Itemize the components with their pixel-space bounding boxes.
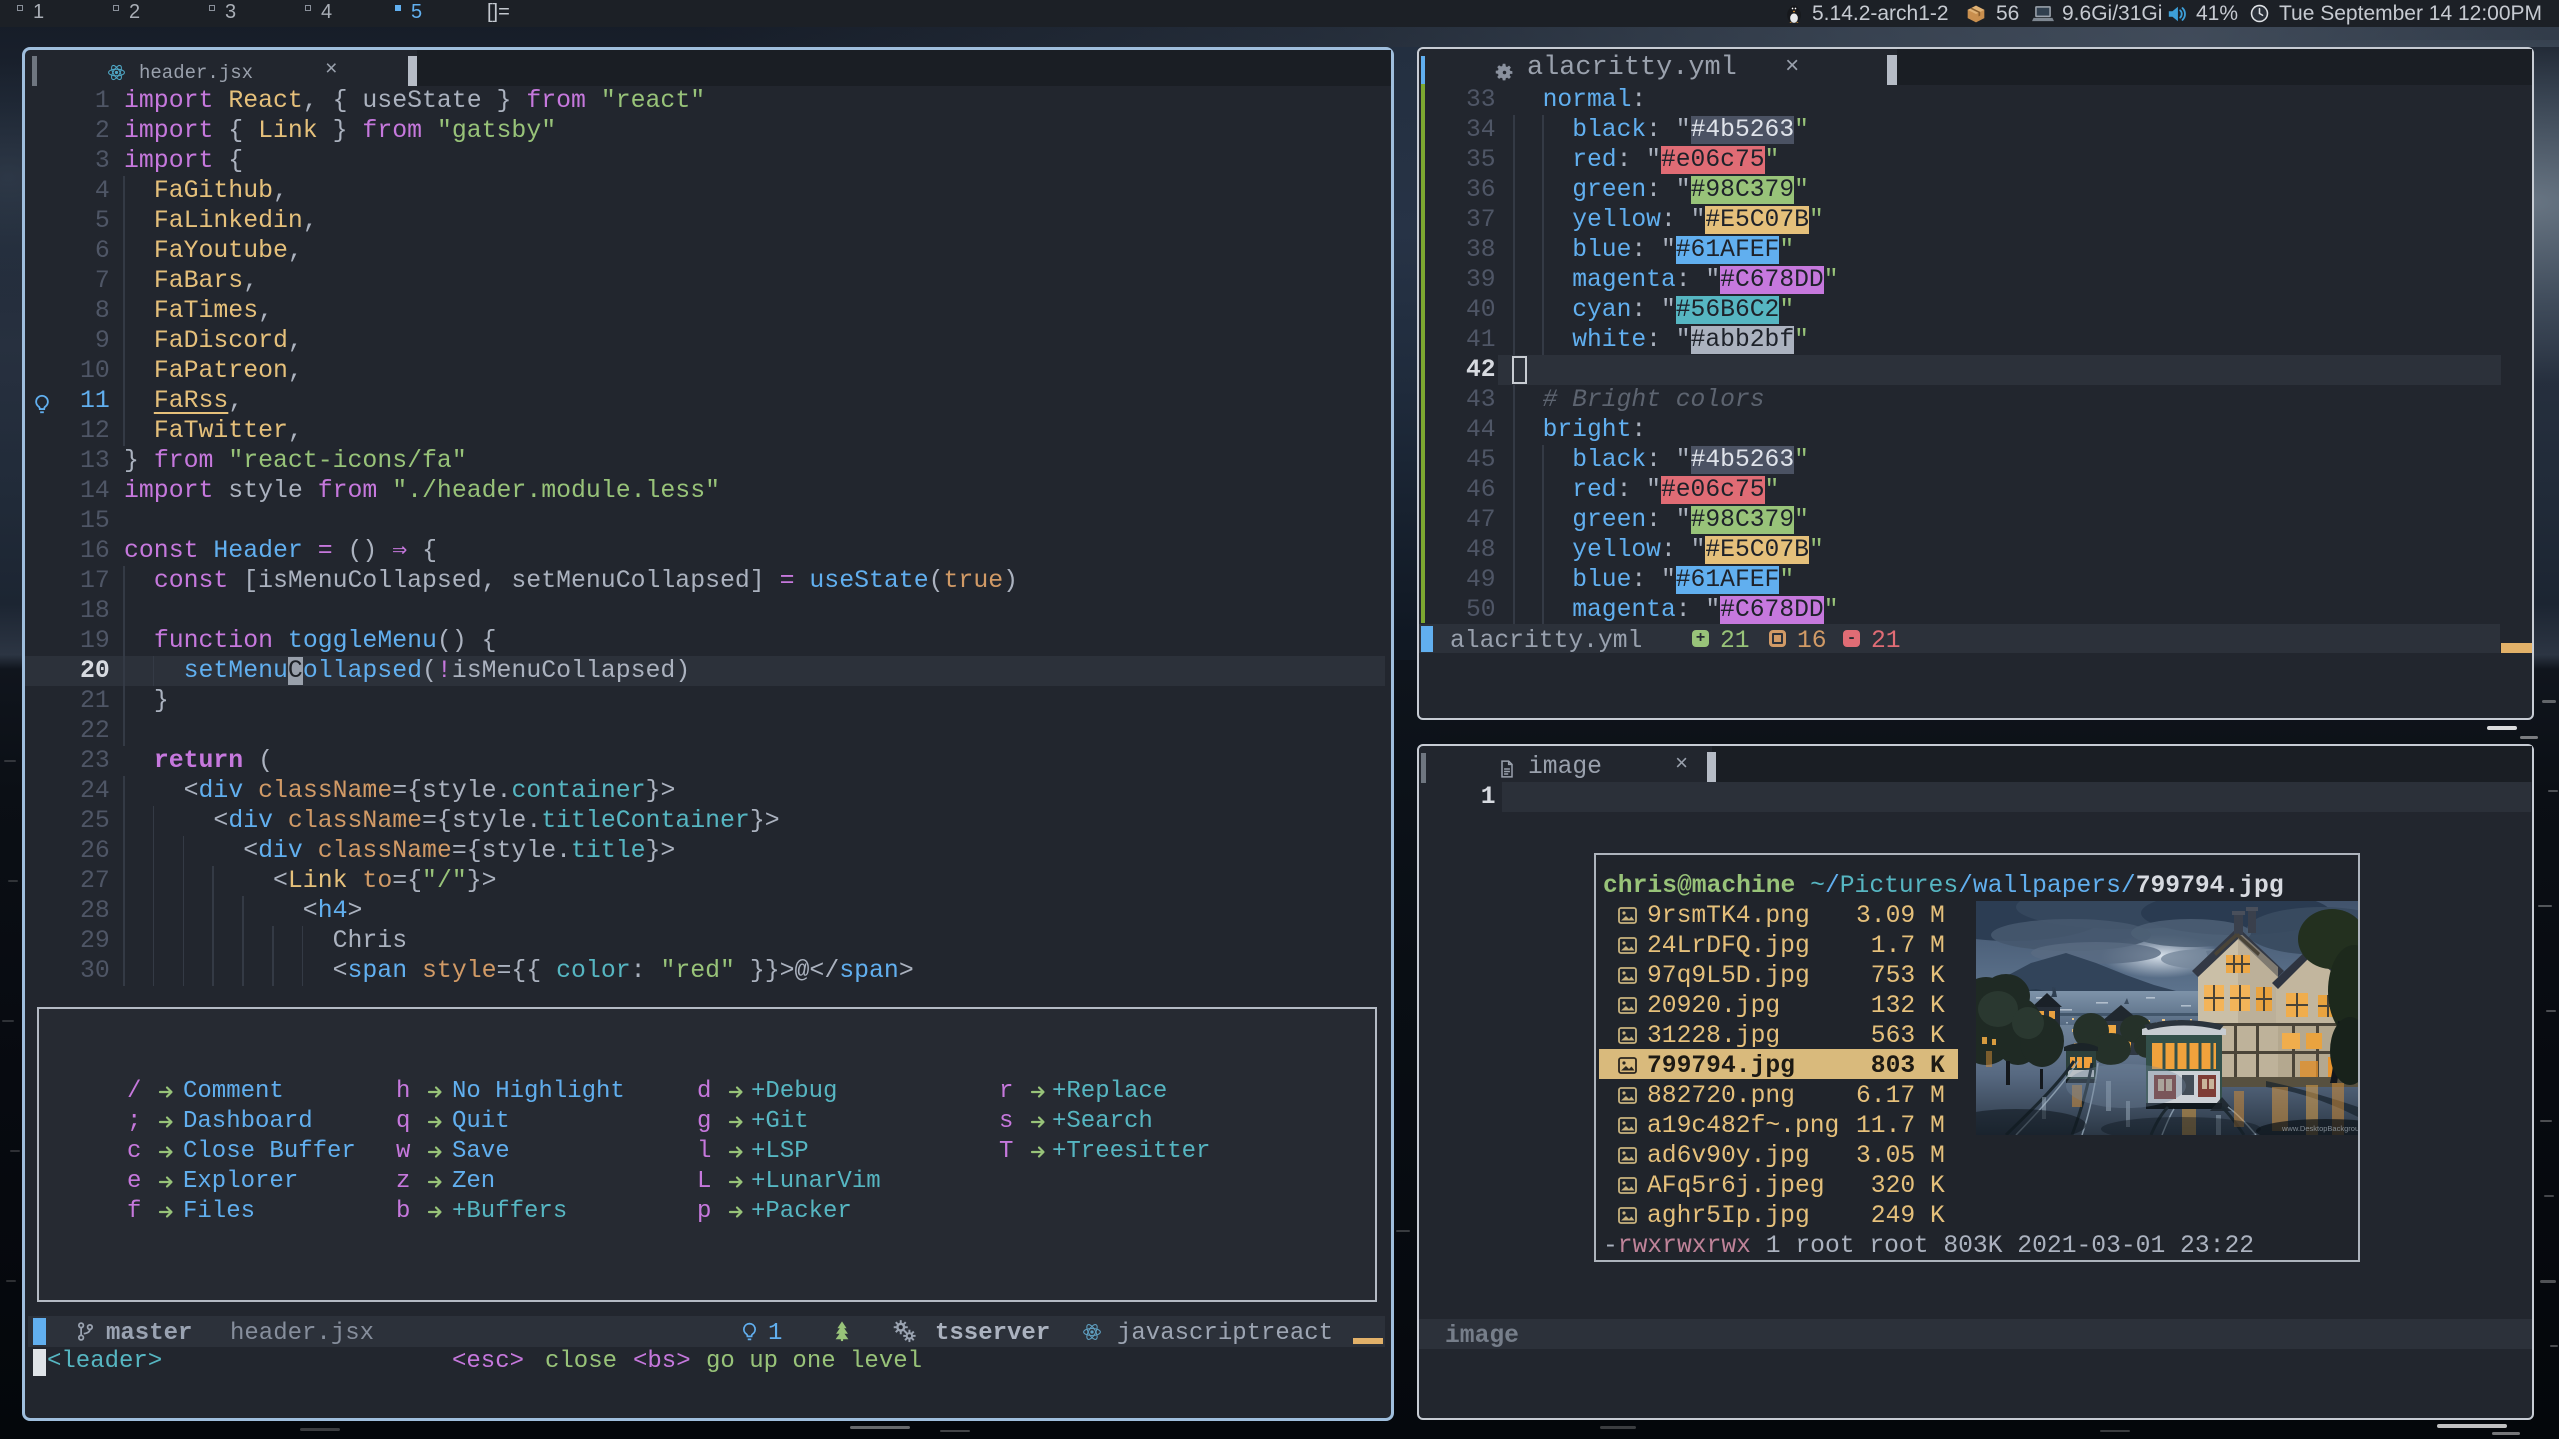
svg-text:www.DesktopBackground.org: www.DesktopBackground.org [2281, 1124, 2358, 1133]
